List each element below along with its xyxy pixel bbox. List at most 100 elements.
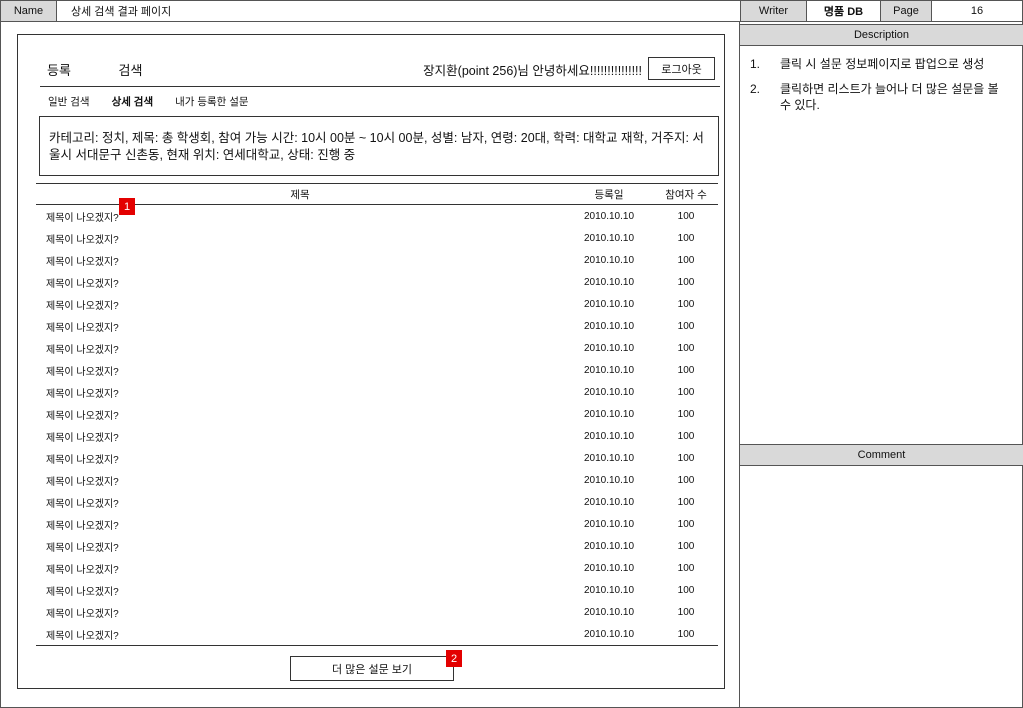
row-title[interactable]: 제목이 나오겠지? <box>36 341 564 356</box>
tab-my-surveys[interactable]: 내가 등록한 설문 <box>175 94 248 109</box>
page-number-cell: 16 <box>931 0 1023 22</box>
row-title[interactable]: 제목이 나오겠지? <box>36 495 564 510</box>
row-title[interactable]: 제목이 나오겠지? <box>36 583 564 598</box>
row-title[interactable]: 제목이 나오겠지? <box>36 605 564 620</box>
row-title[interactable]: 제목이 나오겠지? <box>36 319 564 334</box>
table-row[interactable]: 제목이 나오겠지? 2010.10.10 100 <box>36 205 718 227</box>
row-title[interactable]: 제목이 나오겠지? <box>36 275 564 290</box>
row-count: 100 <box>677 562 695 574</box>
table-row[interactable]: 제목이 나오겠지? 2010.10.10 100 <box>36 579 718 601</box>
header-title: 제목 <box>290 188 310 201</box>
row-date: 2010.10.10 <box>583 452 635 464</box>
table-row[interactable]: 제목이 나오겠지? 2010.10.10 100 <box>36 557 718 579</box>
user-greeting: 장지환(point 256)님 안녕하세요!!!!!!!!!!!!!!! <box>423 64 642 78</box>
annotation-marker: 1 <box>119 198 135 215</box>
row-count: 100 <box>677 386 695 398</box>
table-row[interactable]: 제목이 나오겠지? 2010.10.10 100 <box>36 601 718 623</box>
notes-frame <box>739 22 1023 708</box>
tab-basic-search[interactable]: 일반 검색 <box>48 94 90 109</box>
row-date: 2010.10.10 <box>583 342 635 354</box>
logout-button[interactable]: 로그아웃 <box>648 57 715 80</box>
comment-title: Comment <box>740 444 1023 466</box>
row-title[interactable]: 제목이 나오겠지? <box>36 253 564 268</box>
page-title: 상세 검색 결과 페이지 <box>56 0 741 22</box>
row-count: 100 <box>677 474 695 486</box>
row-count: 100 <box>677 320 695 332</box>
row-title[interactable]: 제목이 나오겠지? <box>36 627 564 642</box>
row-title[interactable]: 제목이 나오겠지? <box>36 297 564 312</box>
row-title[interactable]: 제목이 나오겠지? <box>36 561 564 576</box>
table-row[interactable]: 제목이 나오겠지? 2010.10.10 100 <box>36 469 718 491</box>
table-row[interactable]: 제목이 나오겠지? 2010.10.10 100 <box>36 381 718 403</box>
row-date: 2010.10.10 <box>583 320 635 332</box>
writer-label-cell: Writer <box>740 0 807 22</box>
row-title[interactable]: 제목이 나오겠지? <box>36 231 564 246</box>
row-date: 2010.10.10 <box>583 254 635 266</box>
more-surveys-button[interactable]: 더 많은 설문 보기 <box>290 656 454 681</box>
row-count: 100 <box>677 518 695 530</box>
row-date: 2010.10.10 <box>583 408 635 420</box>
row-count: 100 <box>677 430 695 442</box>
tab-detail-search[interactable]: 상세 검색 <box>112 94 154 109</box>
row-date: 2010.10.10 <box>583 562 635 574</box>
description-number: 1. <box>750 57 761 71</box>
row-date: 2010.10.10 <box>583 364 635 376</box>
table-row[interactable]: 제목이 나오겠지? 2010.10.10 100 <box>36 271 718 293</box>
row-title[interactable]: 제목이 나오겠지? <box>36 407 564 422</box>
row-title[interactable]: 제목이 나오겠지? <box>36 539 564 554</box>
header-count: 참여자 수 <box>665 188 707 201</box>
row-title[interactable]: 제목이 나오겠지? <box>36 473 564 488</box>
row-date: 2010.10.10 <box>583 540 635 552</box>
row-date: 2010.10.10 <box>583 386 635 398</box>
row-date: 2010.10.10 <box>583 298 635 310</box>
row-title[interactable]: 제목이 나오겠지? <box>36 451 564 466</box>
row-date: 2010.10.10 <box>583 606 635 618</box>
row-count: 100 <box>677 628 695 640</box>
row-count: 100 <box>677 496 695 508</box>
row-count: 100 <box>677 232 695 244</box>
row-date: 2010.10.10 <box>583 276 635 288</box>
row-title[interactable]: 제목이 나오겠지? <box>36 429 564 444</box>
table-row[interactable]: 제목이 나오겠지? 2010.10.10 100 <box>36 315 718 337</box>
description-item: 2. 클릭하면 리스트가 늘어나 더 많은 설문을 볼 수 있다. <box>750 81 1012 113</box>
annotation-marker: 2 <box>446 650 462 667</box>
row-count: 100 <box>677 298 695 310</box>
row-count: 100 <box>677 584 695 596</box>
nav-search[interactable]: 검색 <box>119 63 143 78</box>
row-title[interactable]: 제목이 나오겠지? <box>36 517 564 532</box>
table-row[interactable]: 제목이 나오겠지? 2010.10.10 100 <box>36 491 718 513</box>
row-date: 2010.10.10 <box>583 430 635 442</box>
table-row[interactable]: 제목이 나오겠지? 2010.10.10 100 <box>36 535 718 557</box>
nav-register[interactable]: 등록 <box>47 63 71 78</box>
row-date: 2010.10.10 <box>583 474 635 486</box>
row-title[interactable]: 제목이 나오겠지? <box>36 363 564 378</box>
row-count: 100 <box>677 210 695 222</box>
search-subtabs: 일반 검색 상세 검색 내가 등록한 설문 <box>48 94 271 109</box>
table-row[interactable]: 제목이 나오겠지? 2010.10.10 100 <box>36 359 718 381</box>
row-date: 2010.10.10 <box>583 518 635 530</box>
table-row[interactable]: 제목이 나오겠지? 2010.10.10 100 <box>36 227 718 249</box>
table-row[interactable]: 제목이 나오겠지? 2010.10.10 100 <box>36 513 718 535</box>
table-row[interactable]: 제목이 나오겠지? 2010.10.10 100 <box>36 447 718 469</box>
row-date: 2010.10.10 <box>583 496 635 508</box>
row-count: 100 <box>677 276 695 288</box>
description-title: Description <box>740 24 1023 46</box>
row-date: 2010.10.10 <box>583 210 635 222</box>
table-row[interactable]: 제목이 나오겠지? 2010.10.10 100 <box>36 293 718 315</box>
table-row[interactable]: 제목이 나오겠지? 2010.10.10 100 <box>36 249 718 271</box>
description-number: 2. <box>750 82 761 96</box>
row-count: 100 <box>677 540 695 552</box>
survey-table: 제목 등록일 참여자 수 제목이 나오겠지? 2010.10.10 100 제목이 나… <box>36 183 718 646</box>
row-title[interactable]: 제목이 나오겠지? <box>36 385 564 400</box>
table-row[interactable]: 제목이 나오겠지? 2010.10.10 100 <box>36 403 718 425</box>
row-date: 2010.10.10 <box>583 628 635 640</box>
table-row[interactable]: 제목이 나오겠지? 2010.10.10 100 <box>36 337 718 359</box>
divider <box>40 86 720 87</box>
table-row[interactable]: 제목이 나오겠지? 2010.10.10 100 <box>36 623 718 645</box>
row-count: 100 <box>677 254 695 266</box>
name-label-cell: Name <box>0 0 57 22</box>
row-title[interactable]: 제목이 나오겠지? <box>36 209 564 224</box>
row-date: 2010.10.10 <box>583 584 635 596</box>
description-text: 클릭 시 설문 정보페이지로 팝업으로 생성 <box>780 57 985 71</box>
table-row[interactable]: 제목이 나오겠지? 2010.10.10 100 <box>36 425 718 447</box>
